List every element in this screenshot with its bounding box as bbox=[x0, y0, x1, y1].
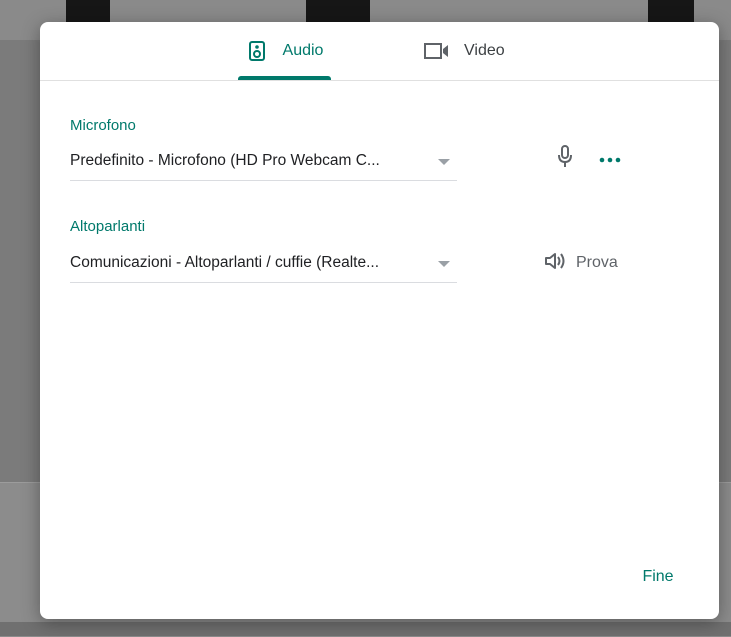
tab-audio-label: Audio bbox=[282, 42, 324, 59]
active-tab-indicator bbox=[238, 76, 331, 80]
test-speakers-button[interactable]: Prova bbox=[544, 249, 618, 277]
more-horiz-icon bbox=[599, 150, 621, 168]
tab-bar: Audio Video bbox=[40, 22, 719, 81]
dropdown-arrow-icon bbox=[438, 159, 450, 165]
dropdown-arrow-icon bbox=[438, 261, 450, 267]
done-button[interactable]: Fine bbox=[632, 562, 684, 592]
speakers-label: Altoparlanti bbox=[70, 218, 146, 235]
speakers-select[interactable]: Comunicazioni - Altoparlanti / cuffie (R… bbox=[70, 248, 457, 283]
mic-icon bbox=[557, 144, 573, 174]
volume-icon bbox=[544, 252, 566, 275]
videocam-icon bbox=[424, 42, 450, 60]
speaker-icon bbox=[248, 41, 265, 61]
test-speakers-label: Prova bbox=[576, 254, 618, 271]
mic-level-button[interactable] bbox=[550, 144, 580, 174]
tab-video-label: Video bbox=[464, 42, 505, 59]
microphone-select[interactable]: Predefinito - Microfono (HD Pro Webcam C… bbox=[70, 146, 457, 181]
microphone-more-button[interactable] bbox=[597, 147, 623, 171]
settings-dialog: Audio Video Microfono Predefinito - Micr… bbox=[40, 22, 719, 619]
microphone-label: Microfono bbox=[70, 117, 136, 134]
tab-audio[interactable]: Audio bbox=[238, 22, 334, 80]
background-app-bottom-bar bbox=[0, 622, 731, 636]
tab-video[interactable]: Video bbox=[424, 22, 534, 80]
speakers-select-value: Comunicazioni - Altoparlanti / cuffie (R… bbox=[70, 254, 380, 271]
microphone-select-value: Predefinito - Microfono (HD Pro Webcam C… bbox=[70, 152, 380, 169]
